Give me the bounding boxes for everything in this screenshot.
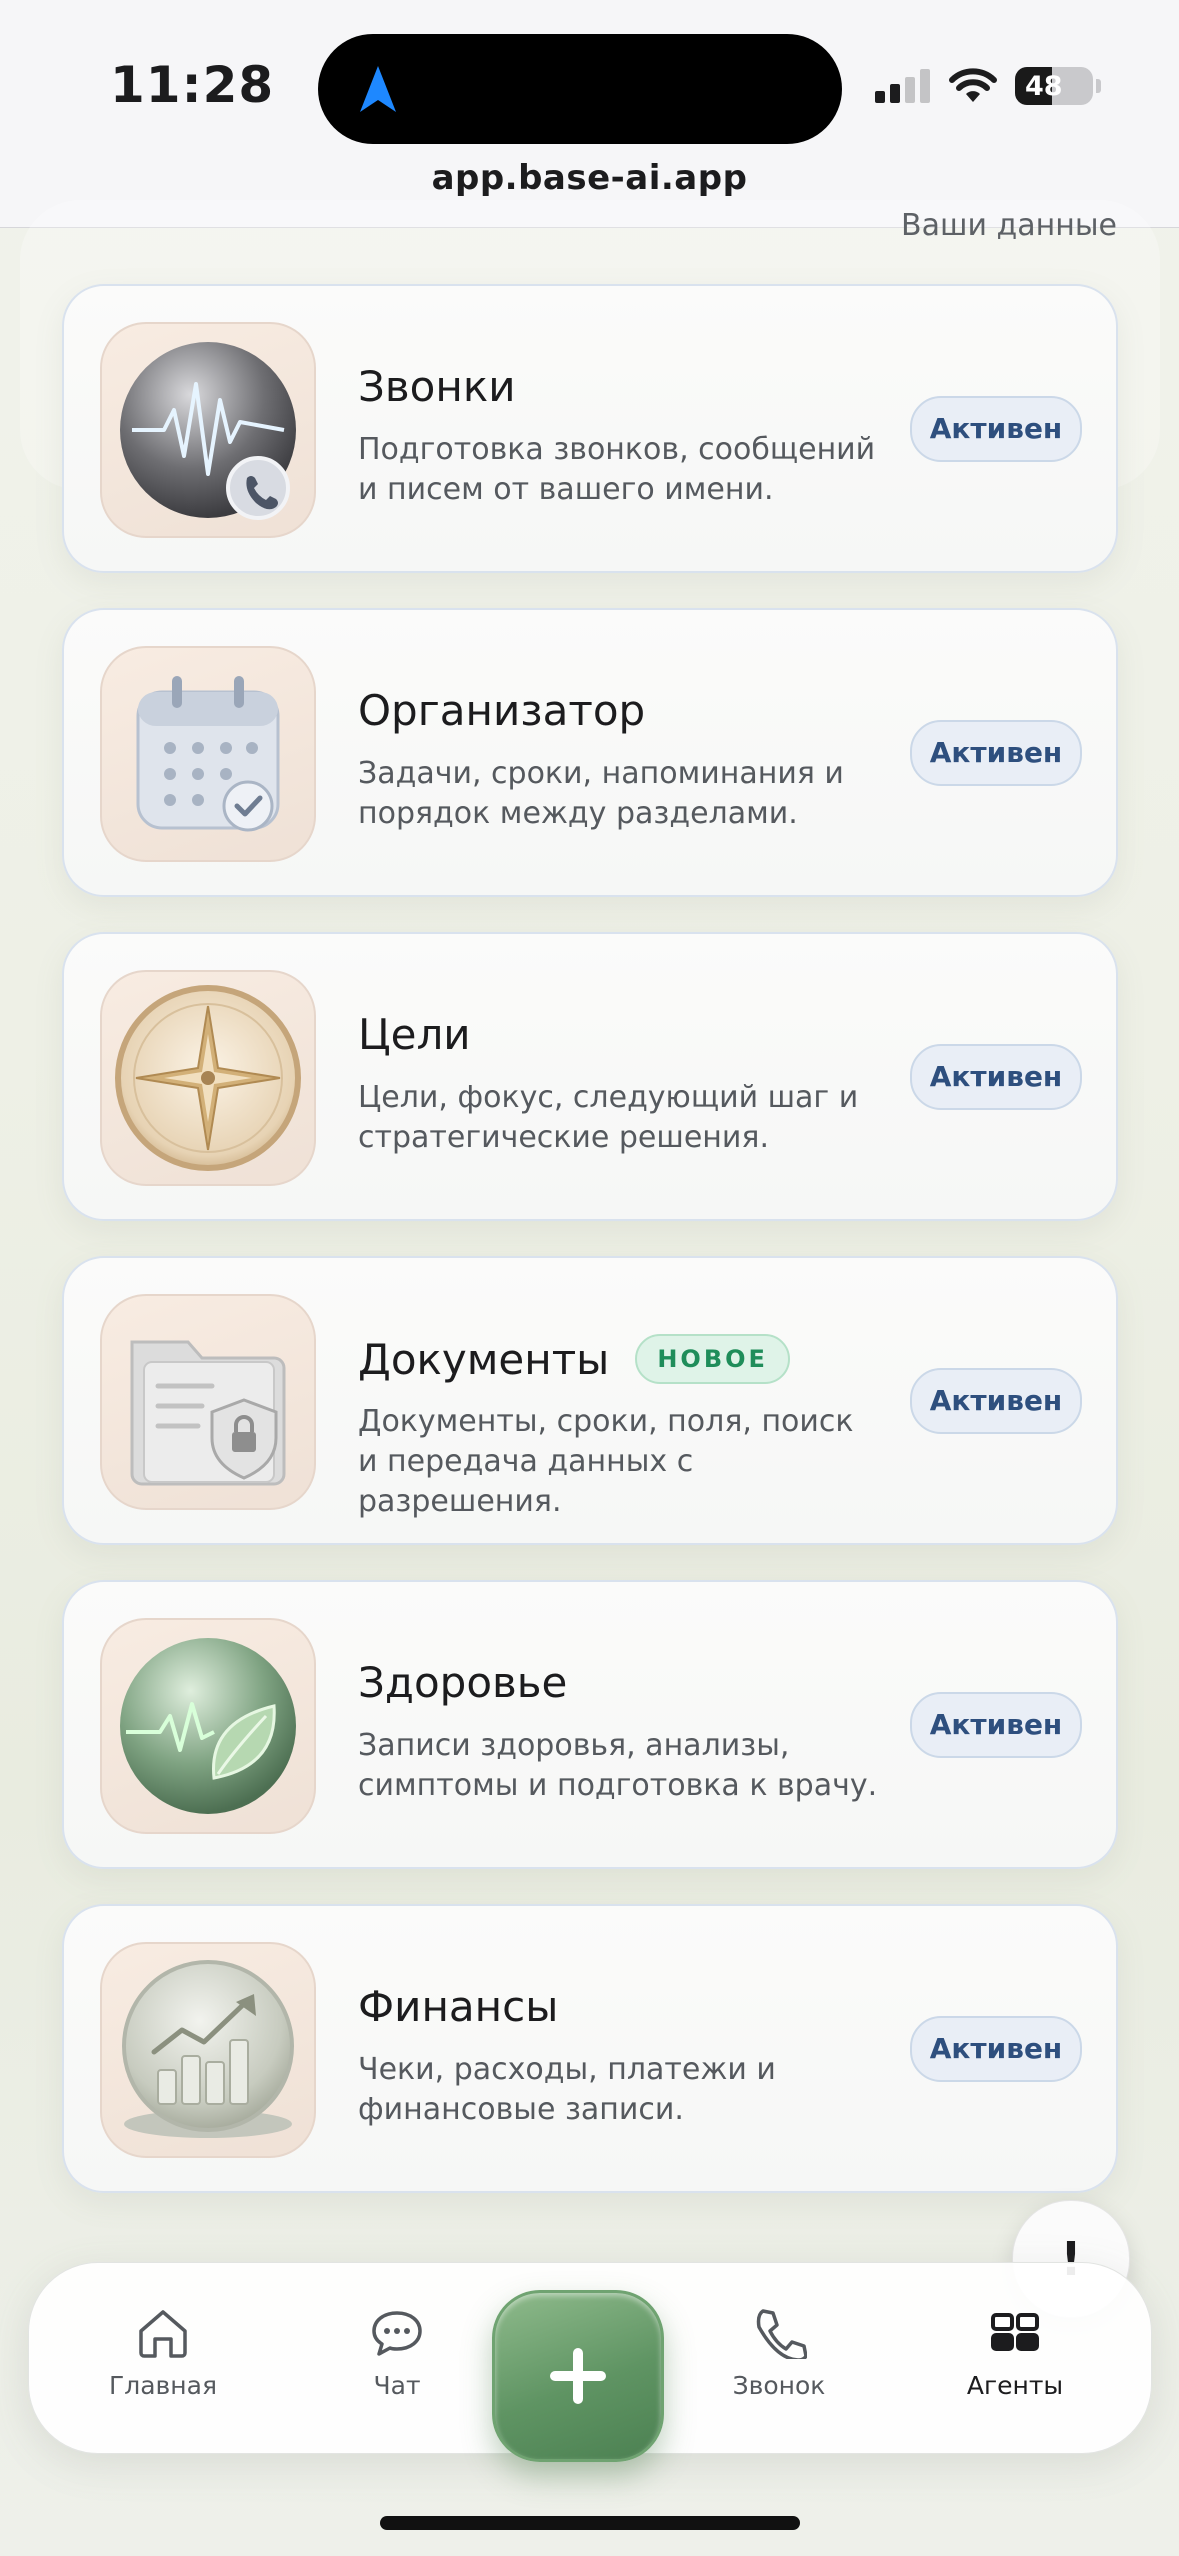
agent-status-button[interactable]: Активен xyxy=(910,1692,1082,1758)
url-address[interactable]: app.base-ai.app xyxy=(0,158,1179,198)
agent-title: Финансы xyxy=(358,1982,559,2031)
agent-card-organizer[interactable]: Организатор Задачи, сроки, напоминания и… xyxy=(62,608,1118,897)
chat-bubble-icon xyxy=(372,2311,422,2356)
agent-status-button[interactable]: Активен xyxy=(910,720,1082,786)
agent-title: Организатор xyxy=(358,686,646,735)
agent-title: Документы НОВОЕ xyxy=(358,1334,790,1384)
status-time: 11:28 xyxy=(110,56,275,114)
agent-status-button[interactable]: Активен xyxy=(910,396,1082,462)
add-button[interactable] xyxy=(492,2290,664,2462)
compass-icon xyxy=(100,970,316,1186)
home-icon xyxy=(139,2310,187,2358)
nav-call-label: Звонок xyxy=(732,2371,826,2400)
folder-lock-icon xyxy=(100,1294,316,1510)
phone-icon xyxy=(756,2309,808,2362)
phone-waveform-icon xyxy=(100,322,316,538)
location-arrow-icon xyxy=(360,66,396,112)
agent-status-button[interactable]: Активен xyxy=(910,1044,1082,1110)
calendar-check-icon xyxy=(100,646,316,862)
agent-description: Подготовка звонков, сообщений и писем от… xyxy=(358,432,876,507)
nav-chat[interactable]: Чат xyxy=(307,2307,487,2400)
agent-status-button[interactable]: Активен xyxy=(910,2016,1082,2082)
agent-description: Записи здоровья, анализы, симптомы и под… xyxy=(358,1728,878,1803)
agent-status-button[interactable]: Активен xyxy=(910,1368,1082,1434)
wifi-icon xyxy=(949,68,997,102)
battery-tip xyxy=(1096,79,1101,93)
finance-chart-icon xyxy=(100,1942,316,2158)
header-peek-text: Ваши данные xyxy=(901,208,1117,243)
nav-home-label: Главная xyxy=(109,2371,217,2400)
status-icons: 48 xyxy=(875,66,1101,106)
agent-description: Чеки, расходы, платежи и финансовые запи… xyxy=(358,2052,776,2127)
battery-percent: 48 xyxy=(1025,70,1063,102)
agent-card-calls[interactable]: Звонки Подготовка звонков, сообщений и п… xyxy=(62,284,1118,573)
new-badge: НОВОЕ xyxy=(635,1334,790,1384)
agent-description: Задачи, сроки, напоминания и порядок меж… xyxy=(358,756,844,831)
health-leaf-icon xyxy=(100,1618,316,1834)
battery-indicator: 48 xyxy=(1015,67,1093,105)
cellular-signal-icon xyxy=(875,69,930,103)
dynamic-island xyxy=(318,34,842,144)
agent-title: Звонки xyxy=(358,362,516,411)
nav-call[interactable]: Звонок xyxy=(689,2307,869,2400)
agent-description: Цели, фокус, следующий шаг и стратегичес… xyxy=(358,1080,859,1155)
agent-card-goals[interactable]: Цели Цели, фокус, следующий шаг и страте… xyxy=(62,932,1118,1221)
nav-home[interactable]: Главная xyxy=(73,2307,253,2400)
agent-description: Документы, сроки, поля, поиск и передача… xyxy=(358,1404,854,1519)
agent-title: Здоровье xyxy=(358,1658,568,1707)
agents-grid-icon xyxy=(991,2313,1039,2351)
nav-agents-label: Агенты xyxy=(966,2371,1064,2400)
agent-card-documents[interactable]: Документы НОВОЕ Документы, сроки, поля, … xyxy=(62,1256,1118,1545)
nav-agents[interactable]: Агенты xyxy=(925,2307,1105,2400)
nav-chat-label: Чат xyxy=(373,2371,421,2400)
agent-card-health[interactable]: Здоровье Записи здоровья, анализы, симпт… xyxy=(62,1580,1118,1869)
browser-top-bar: 11:28 48 app.base-ai.app xyxy=(0,0,1179,228)
agent-title: Цели xyxy=(358,1010,471,1059)
home-indicator xyxy=(380,2516,800,2530)
agent-card-finance[interactable]: Финансы Чеки, расходы, платежи и финансо… xyxy=(62,1904,1118,2193)
